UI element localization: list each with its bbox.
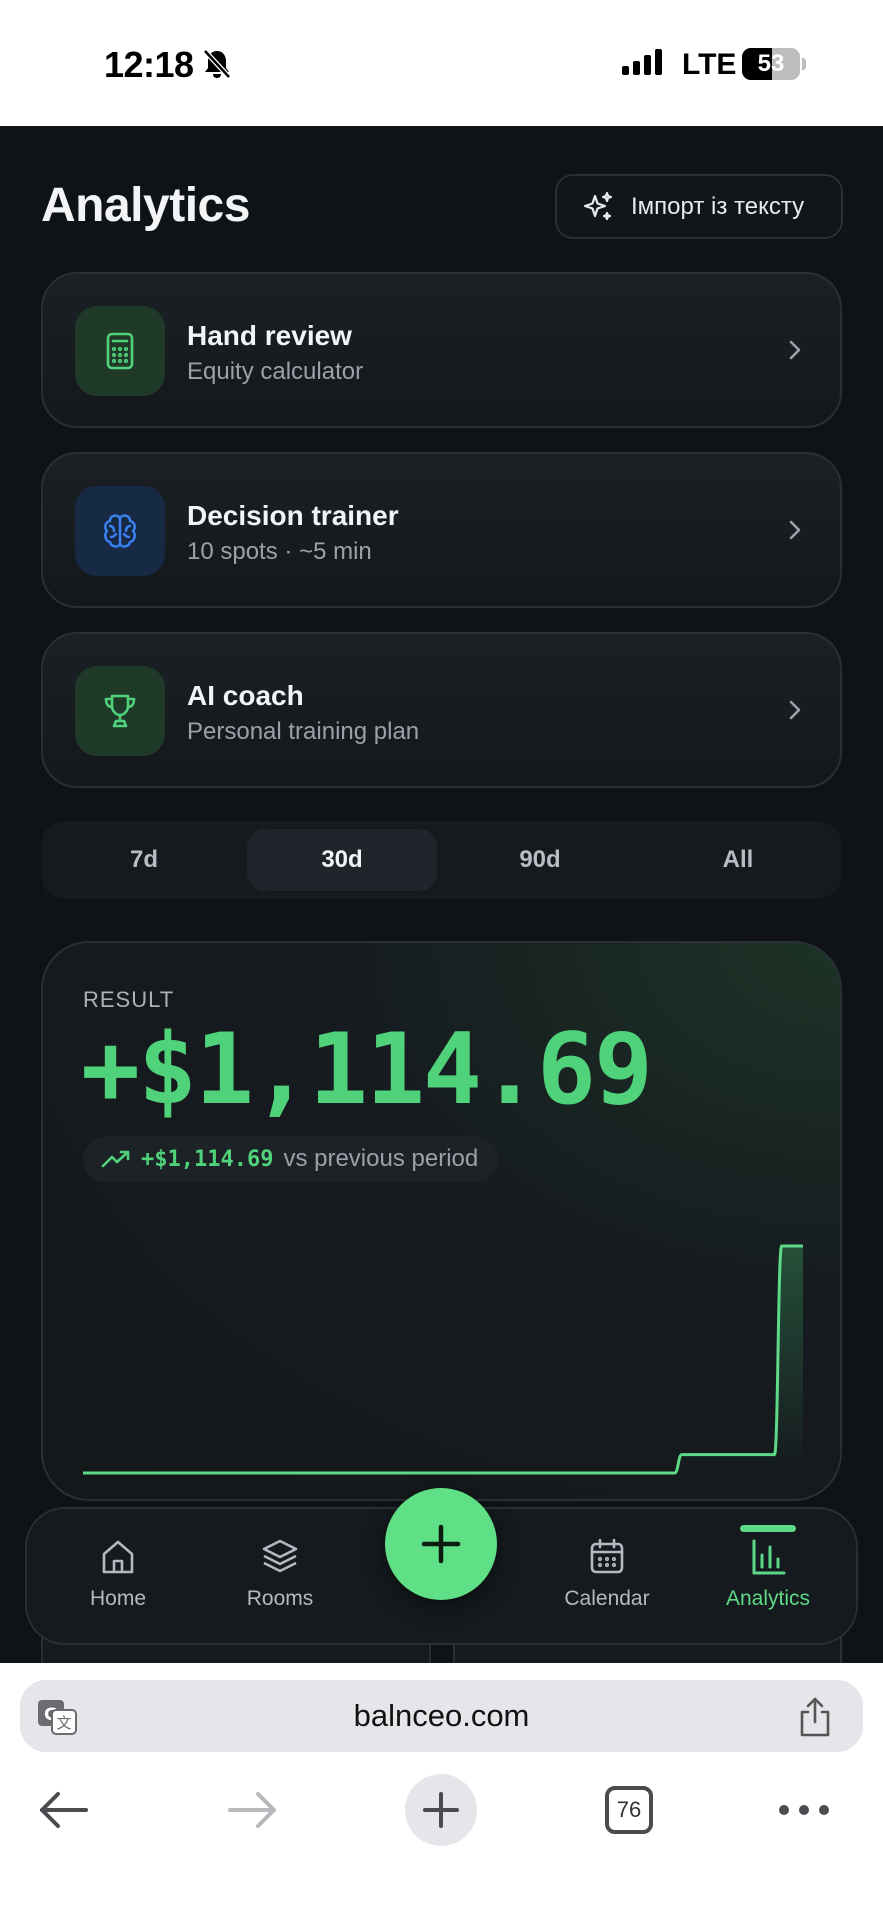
result-card: RESULT +$1,114.69 +$1,114.69 vs previous… <box>41 941 842 1501</box>
browser-address-bar[interactable]: G 文 balnceo.com <box>20 1680 863 1752</box>
url-text: balnceo.com <box>353 1698 530 1733</box>
ai-coach-card[interactable]: AI coach Personal training plan <box>41 632 842 788</box>
page-title: Analytics <box>41 179 250 232</box>
import-from-text-button[interactable]: Імпорт із тексту <box>555 174 843 239</box>
arrow-right-icon <box>228 1792 276 1828</box>
forward-button[interactable] <box>212 1770 292 1850</box>
delta-badge: +$1,114.69 vs previous period <box>83 1136 499 1182</box>
chart-area-fill <box>83 1246 803 1473</box>
card-subtitle: Equity calculator <box>187 358 364 385</box>
browser-toolbar: 76 <box>0 1752 883 1920</box>
card-title: Decision trainer <box>187 500 399 531</box>
more-menu-button[interactable] <box>764 1770 844 1850</box>
period-30d[interactable]: 30d <box>247 829 437 891</box>
period-all[interactable]: All <box>643 829 833 891</box>
signal-icon <box>622 49 662 75</box>
status-bar: 12:18 LTE 53 <box>0 0 883 126</box>
chevron-right-icon <box>789 340 801 360</box>
new-tab-button[interactable] <box>401 1770 481 1850</box>
battery-icon: 53 <box>742 48 806 80</box>
period-90d[interactable]: 90d <box>445 829 635 891</box>
period-7d[interactable]: 7d <box>49 829 239 891</box>
back-button[interactable] <box>24 1770 104 1850</box>
bell-muted-icon <box>203 49 231 79</box>
calculator-icon <box>75 306 165 396</box>
arrow-left-icon <box>40 1792 88 1828</box>
nav-label: Home <box>89 1587 147 1610</box>
result-label: RESULT <box>83 987 175 1012</box>
result-value: +$1,114.69 <box>81 1013 653 1127</box>
tabs-button[interactable]: 76 <box>589 1770 669 1850</box>
app-screen: Analytics Імпорт із тексту Hand review E… <box>0 126 883 1663</box>
plus-icon <box>421 1524 461 1564</box>
bar-chart-icon <box>752 1539 786 1575</box>
nav-home[interactable]: Home <box>48 1535 188 1611</box>
chevron-right-icon <box>789 700 801 720</box>
network-type: LTE <box>682 48 737 81</box>
nav-analytics[interactable]: Analytics <box>698 1535 838 1611</box>
active-tab-indicator <box>740 1525 796 1532</box>
card-title: Hand review <box>187 320 352 351</box>
calendar-icon <box>590 1538 624 1574</box>
chevron-right-icon <box>789 520 801 540</box>
brain-icon <box>75 486 165 576</box>
nav-rooms[interactable]: Rooms <box>210 1535 350 1611</box>
delta-value: +$1,114.69 <box>141 1146 274 1172</box>
plus-icon <box>423 1792 459 1828</box>
clock: 12:18 <box>104 44 194 85</box>
battery-level: 53 <box>757 50 785 77</box>
tab-count: 76 <box>605 1786 653 1834</box>
nav-label: Analytics <box>725 1587 811 1610</box>
hand-review-card[interactable]: Hand review Equity calculator <box>41 272 842 428</box>
nav-label: Calendar <box>564 1587 650 1610</box>
card-subtitle: Personal training plan <box>187 718 420 745</box>
trend-up-icon <box>101 1150 130 1168</box>
layers-icon <box>262 1539 298 1573</box>
import-button-label: Імпорт із тексту <box>631 192 805 220</box>
trophy-icon <box>75 666 165 756</box>
share-icon[interactable] <box>797 1696 833 1738</box>
sparkles-icon <box>583 191 613 220</box>
card-title: AI coach <box>187 680 304 711</box>
add-button[interactable] <box>385 1488 497 1600</box>
period-selector: 7d 30d 90d All <box>41 821 842 899</box>
chart-series-line <box>83 1244 803 1475</box>
more-dots-icon <box>779 1805 829 1815</box>
card-subtitle: 10 spots · ~5 min <box>187 538 372 565</box>
delta-caption: vs previous period <box>283 1145 479 1172</box>
nav-calendar[interactable]: Calendar <box>537 1535 677 1611</box>
decision-trainer-card[interactable]: Decision trainer 10 spots · ~5 min <box>41 452 842 608</box>
home-icon <box>102 1540 134 1574</box>
nav-label: Rooms <box>246 1587 314 1610</box>
